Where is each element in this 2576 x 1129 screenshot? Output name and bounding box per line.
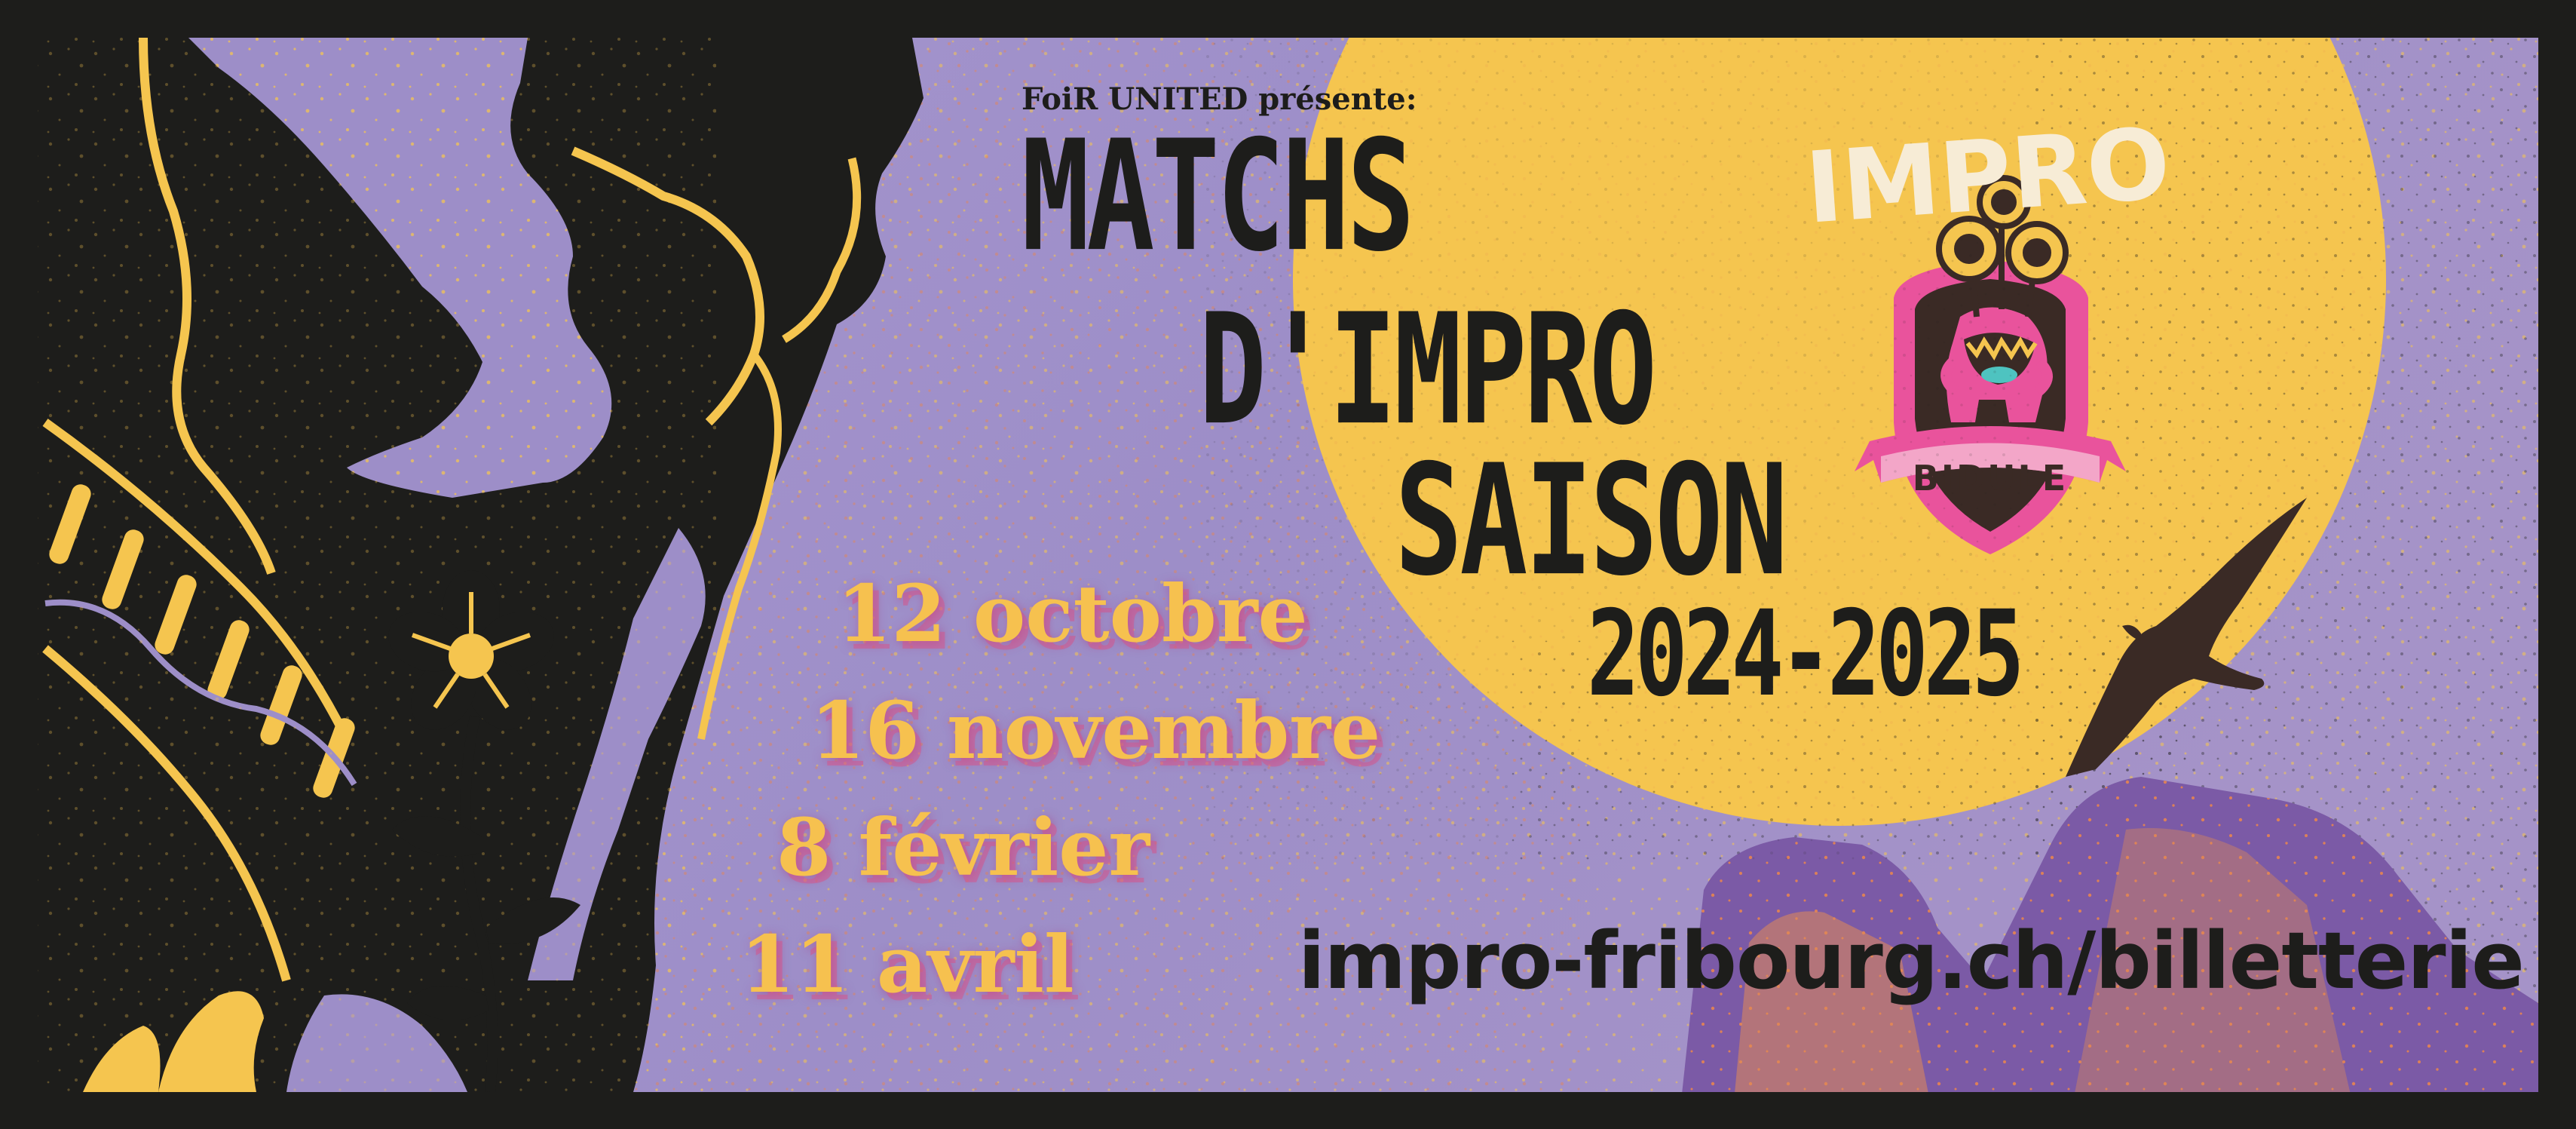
match-date-4: 11 avril: [740, 918, 1074, 1011]
season-years: 2024-2025: [1587, 585, 2025, 723]
title-line-3: SAISON: [1395, 432, 1788, 610]
poster: IMPRO BIDULE FoiR UNITED présente: MATCH…: [0, 0, 2576, 1129]
title-line-2: D'IMPRO: [1199, 281, 1657, 459]
title-line-1: MATCHS: [1022, 108, 1415, 286]
ticket-url: impro-fribourg.ch/billetterie: [1298, 915, 2525, 1007]
match-date-1: 12 octobre: [837, 567, 1308, 660]
logo-banner-text: BIDULE: [1913, 458, 2068, 499]
match-date-2: 16 novembre: [810, 684, 1381, 777]
match-date-3: 8 février: [776, 801, 1150, 894]
